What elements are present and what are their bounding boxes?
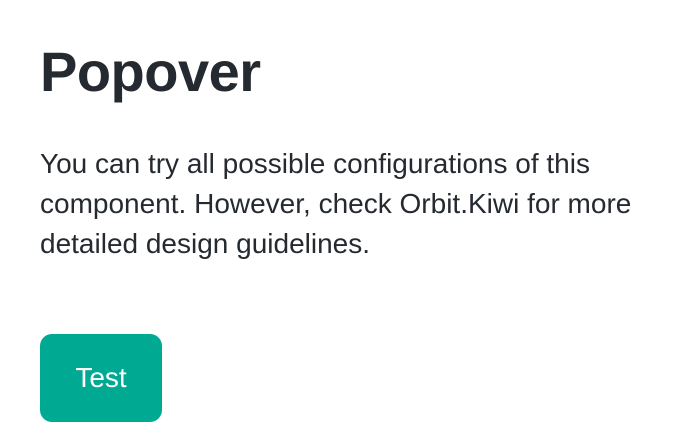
page: Popover You can try all possible configu… (0, 0, 686, 448)
test-button[interactable]: Test (40, 334, 162, 422)
page-title: Popover (40, 40, 261, 103)
description-text: You can try all possible configurations … (40, 148, 632, 259)
actions-container: Test (40, 334, 646, 422)
